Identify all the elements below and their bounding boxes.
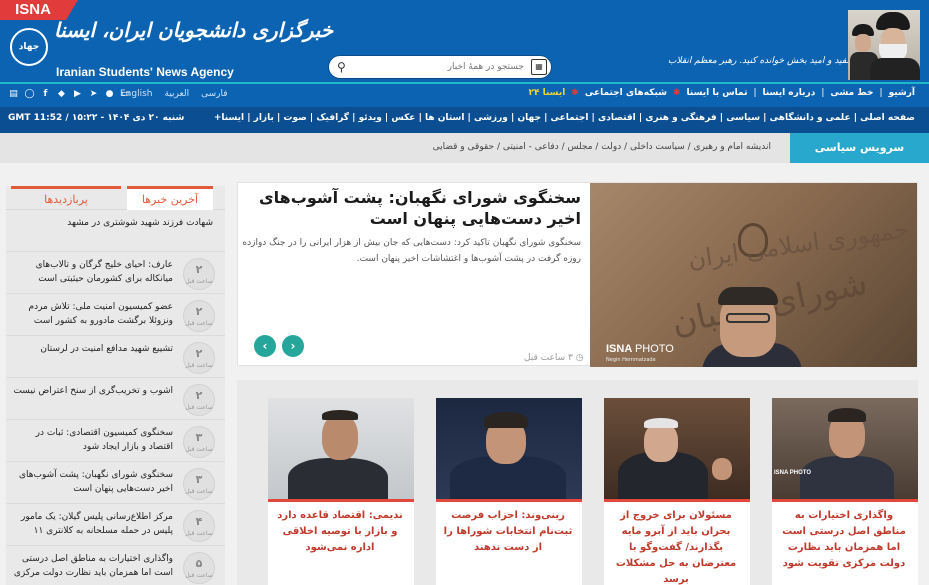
site-logo-persian[interactable]: خبرگزاری دانشجویان ایران، ایسنا xyxy=(54,18,333,42)
nav-policy[interactable]: خط مشی xyxy=(830,88,873,98)
slider-prev-button[interactable]: ‹ xyxy=(254,335,276,357)
service-subcategories[interactable]: اندیشه امام و رهبری / سیاست داخلی / دولت… xyxy=(433,142,771,152)
tab-latest-news[interactable]: آخرین خبرها xyxy=(127,186,213,210)
news-card[interactable]: مسئولان برای خروج از بحران باید از آبرو … xyxy=(604,398,750,585)
telegram-icon[interactable]: ➤ xyxy=(88,89,99,100)
photo-credit: Negin Hemmatzade xyxy=(606,357,656,363)
rss-icon[interactable]: ▤ xyxy=(8,89,19,100)
featured-summary: سخنگوی شورای نگهبان تاکید کرد: دست‌هایی … xyxy=(242,238,581,264)
list-item[interactable]: عضو کمیسیون امنیت ملی: تلاش مردم ونزوئلا… xyxy=(6,294,225,336)
time-badge: ۵ ساعت قبل xyxy=(183,552,215,584)
photo-watermark: ISNA PHOTO xyxy=(606,343,674,355)
time-badge: ۲ ساعت قبل xyxy=(183,300,215,332)
search-input[interactable] xyxy=(359,58,524,76)
news-title[interactable]: تشییع شهید مدافع امنیت در لرستان xyxy=(12,342,173,356)
featured-photo[interactable]: جمهوری اسلامی ایران شورای نگهبان ISNA PH… xyxy=(590,183,917,367)
search-box: ⚲ ▦ xyxy=(328,55,552,79)
featured-time: ◷ ۳ ساعت قبل xyxy=(524,353,584,363)
card-photo[interactable] xyxy=(268,398,414,499)
time-badge: ۲ ساعت قبل xyxy=(183,258,215,290)
card-photo[interactable] xyxy=(436,398,582,499)
category-links[interactable]: صفحه اصلی | علمی و دانشگاهی | سیاسی | فر… xyxy=(214,113,915,123)
list-item[interactable]: شهادت فرزند شهید شوشتری در مشهد xyxy=(6,210,225,252)
leaders-photo xyxy=(848,10,920,80)
list-item[interactable]: سخنگوی شورای نگهبان: پشت آشوب‌های اخیر د… xyxy=(6,462,225,504)
news-card[interactable]: زینی‌وند: احزاب فرصت ثبت‌نام انتخابات شو… xyxy=(436,398,582,585)
list-item[interactable]: عارف: احیای خلیج گرگان و تالاب‌های میانک… xyxy=(6,252,225,294)
time-badge: ۳ ساعت قبل xyxy=(183,468,215,500)
sidebar-tabs: آخرین خبرها پربازدیدها xyxy=(6,186,225,210)
star-icon: ✱ xyxy=(672,88,681,98)
time-badge: ۳ ساعت قبل xyxy=(183,426,215,458)
time-badge: ۲ ساعت قبل xyxy=(183,342,215,374)
search-icon[interactable]: ⚲ xyxy=(337,60,351,74)
site-header: ISNA جهاد خبرگزاری دانشجویان ایران، ایسن… xyxy=(0,0,929,82)
nav-contact[interactable]: تماس با ایسنا xyxy=(687,88,748,98)
card-photo[interactable] xyxy=(604,398,750,499)
latest-news-list: شهادت فرزند شهید شوشتری در مشهد عارف: اح… xyxy=(6,210,225,585)
card-photo[interactable]: ISNA PHOTO xyxy=(772,398,918,499)
isna-tag[interactable]: ISNA xyxy=(0,0,78,20)
instagram-icon[interactable]: ◯ xyxy=(24,89,35,100)
news-sidebar: آخرین خبرها پربازدیدها شهادت فرزند شهید … xyxy=(6,186,225,585)
clock-icon: ◷ xyxy=(575,353,584,363)
date-time: GMT 11:52 / شنبه ۲۰ دی ۱۴۰۴ - ۱۵:۲۲ xyxy=(8,113,185,123)
card-title[interactable]: مسئولان برای خروج از بحران باید از آبرو … xyxy=(610,508,742,585)
news-cards: ISNA PHOTO واگذاری اختیارات به مناطق اصل… xyxy=(237,380,918,585)
service-bar: سرویس سیاسی اندیشه امام و رهبری / سیاست … xyxy=(0,133,929,163)
list-item[interactable]: تشییع شهید مدافع امنیت در لرستان ۲ ساعت ق… xyxy=(6,336,225,378)
nav-isna24[interactable]: ایسنا ۲۴ xyxy=(528,88,565,98)
facebook-icon[interactable]: f xyxy=(40,89,51,100)
lang-arabic[interactable]: العربية xyxy=(165,89,190,99)
calendar-icon[interactable]: ▦ xyxy=(531,59,547,75)
news-card[interactable]: ندیمی: اقتصاد قاعده دارد و بازار با توصی… xyxy=(268,398,414,585)
list-item[interactable]: سخنگوی کمیسیون اقتصادی: ثبات در اقتصاد و… xyxy=(6,420,225,462)
news-title[interactable]: واگذاری اختیارات به مناطق اصل درستی است … xyxy=(12,552,173,580)
lang-farsi[interactable]: فارسی xyxy=(201,89,227,99)
featured-news: جمهوری اسلامی ایران شورای نگهبان ISNA PH… xyxy=(237,182,918,367)
top-navigation: آرشیو | خط مشی | درباره ایسنا | تماس با … xyxy=(0,82,929,107)
site-logo-english[interactable]: Iranian Students' News Agency xyxy=(56,65,234,79)
language-switcher: English العربية فارسی xyxy=(120,89,228,99)
list-item[interactable]: مرکز اطلاع‌رسانی پلیس گیلان: یک مامور پل… xyxy=(6,504,225,546)
social-icons: ▤ ◯ f ◆ ▶ ➤ ● ▭ xyxy=(8,89,131,100)
aparat-icon[interactable]: ● xyxy=(104,89,115,100)
nav-archive[interactable]: آرشیو xyxy=(889,88,915,98)
news-title[interactable]: سخنگوی شورای نگهبان: پشت آشوب‌های اخیر د… xyxy=(12,468,173,496)
category-bar: GMT 11:52 / شنبه ۲۰ دی ۱۴۰۴ - ۱۵:۲۲ صفحه… xyxy=(0,107,929,133)
jahad-logo-icon[interactable]: جهاد xyxy=(10,28,48,66)
tv-icon[interactable]: ▭ xyxy=(120,89,131,100)
nav-social-networks[interactable]: شبکه‌های اجتماعی xyxy=(585,88,667,98)
tab-most-viewed[interactable]: پربازدیدها xyxy=(11,186,121,210)
featured-title[interactable]: سخنگوی شورای نگهبان: پشت آشوب‌های اخیر د… xyxy=(241,187,581,229)
card-title[interactable]: واگذاری اختیارات به مناطق اصل درستی است … xyxy=(778,508,910,572)
news-title[interactable]: مرکز اطلاع‌رسانی پلیس گیلان: یک مامور پل… xyxy=(12,510,173,540)
news-card[interactable]: ISNA PHOTO واگذاری اختیارات به مناطق اصل… xyxy=(772,398,918,585)
nav-about[interactable]: درباره ایسنا xyxy=(763,88,816,98)
news-title[interactable]: اشوب و تخریب‌گری از سنخ اعتراض نیست xyxy=(12,384,173,398)
news-title[interactable]: شهادت فرزند شهید شوشتری در مشهد xyxy=(12,216,213,230)
top-links: آرشیو | خط مشی | درباره ایسنا | تماس با … xyxy=(528,88,915,98)
list-item[interactable]: اشوب و تخریب‌گری از سنخ اعتراض نیست ۲ ساع… xyxy=(6,378,225,420)
star-icon: ✱ xyxy=(571,88,579,98)
youtube-icon[interactable]: ▶ xyxy=(72,89,83,100)
news-title[interactable]: سخنگوی کمیسیون اقتصادی: ثبات در اقتصاد و… xyxy=(12,426,173,454)
card-title[interactable]: ندیمی: اقتصاد قاعده دارد و بازار با توصی… xyxy=(274,508,406,556)
service-title[interactable]: سرویس سیاسی xyxy=(790,133,929,163)
slider-next-button[interactable]: › xyxy=(282,335,304,357)
time-badge: ۲ ساعت قبل xyxy=(183,384,215,416)
list-item[interactable]: واگذاری اختیارات به مناطق اصل درستی است … xyxy=(6,546,225,585)
card-title[interactable]: زینی‌وند: احزاب فرصت ثبت‌نام انتخابات شو… xyxy=(442,508,574,556)
news-title[interactable]: عضو کمیسیون امنیت ملی: تلاش مردم ونزوئلا… xyxy=(12,300,174,328)
twitter-icon[interactable]: ◆ xyxy=(56,89,67,100)
time-badge: ۴ ساعت قبل xyxy=(183,510,215,542)
news-title[interactable]: عارف: احیای خلیج گرگان و تالاب‌های میانک… xyxy=(12,258,173,286)
